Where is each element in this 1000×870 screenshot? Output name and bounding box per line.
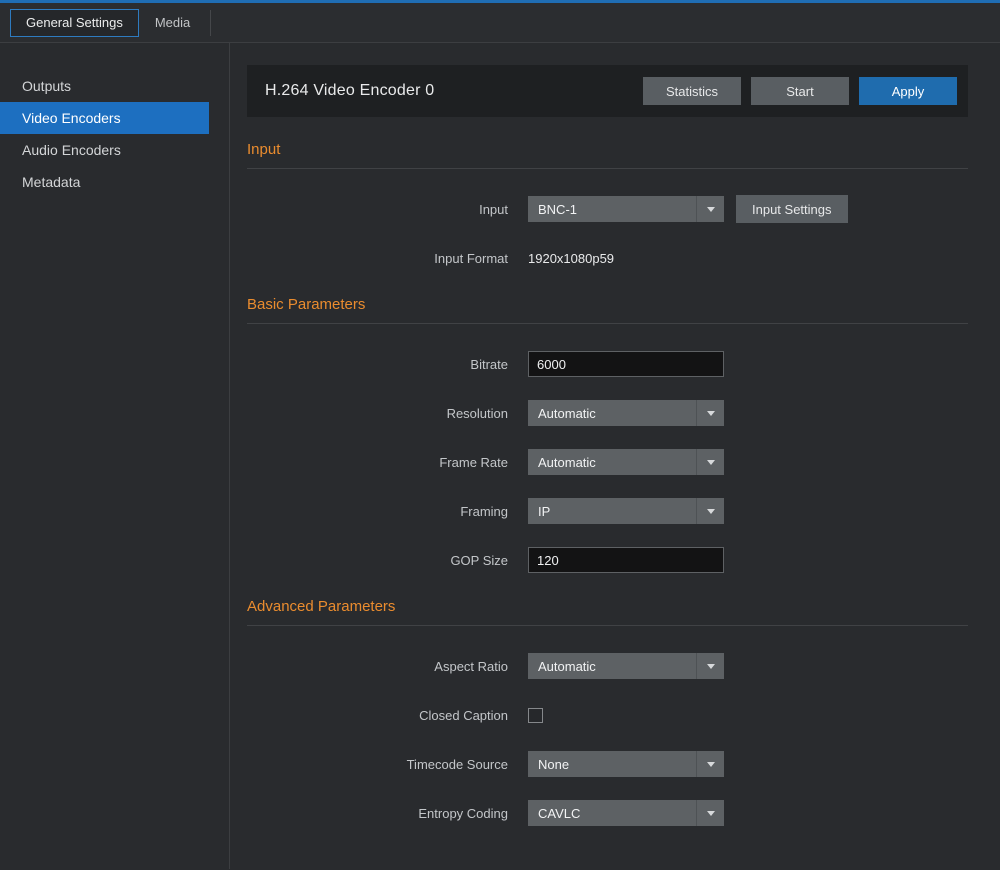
statistics-button[interactable]: Statistics: [643, 77, 741, 105]
closed-caption-checkbox[interactable]: [528, 708, 543, 723]
chevron-down-icon: [696, 449, 724, 475]
page-title: H.264 Video Encoder 0: [265, 82, 434, 100]
sidebar-item-outputs[interactable]: Outputs: [0, 70, 209, 102]
sidebar: Outputs Video Encoders Audio Encoders Me…: [0, 43, 230, 869]
form-row-aspect-ratio: Aspect Ratio Automatic: [247, 652, 968, 680]
entropy-coding-select[interactable]: CAVLC: [528, 800, 724, 826]
form-row-input: Input BNC-1 Input Settings: [247, 195, 968, 223]
topbar: General Settings Media: [0, 3, 1000, 43]
tab-media-label: Media: [155, 15, 190, 30]
frame-rate-select-value: Automatic: [528, 455, 596, 470]
section-divider: [247, 323, 968, 324]
apply-button[interactable]: Apply: [859, 77, 957, 105]
form-row-framing: Framing IP: [247, 497, 968, 525]
chevron-down-icon: [696, 653, 724, 679]
chevron-down-icon: [696, 196, 724, 222]
resolution-label: Resolution: [247, 406, 528, 421]
aspect-ratio-label: Aspect Ratio: [247, 659, 528, 674]
sidebar-item-metadata-label: Metadata: [22, 174, 80, 190]
section-title-basic-parameters: Basic Parameters: [247, 296, 968, 313]
timecode-source-select[interactable]: None: [528, 751, 724, 777]
tab-separator: [210, 10, 211, 36]
form-row-timecode-source: Timecode Source None: [247, 750, 968, 778]
sidebar-item-audio-encoders-label: Audio Encoders: [22, 142, 121, 158]
timecode-source-select-value: None: [528, 757, 569, 772]
input-label: Input: [247, 202, 528, 217]
frame-rate-select[interactable]: Automatic: [528, 449, 724, 475]
framing-label: Framing: [247, 504, 528, 519]
chevron-down-icon: [696, 498, 724, 524]
framing-select-value: IP: [528, 504, 550, 519]
input-select-value: BNC-1: [528, 202, 577, 217]
form-row-entropy-coding: Entropy Coding CAVLC: [247, 799, 968, 827]
sidebar-item-video-encoders-label: Video Encoders: [22, 110, 121, 126]
sidebar-item-metadata[interactable]: Metadata: [0, 166, 209, 198]
tab-general-settings[interactable]: General Settings: [10, 9, 139, 37]
entropy-coding-select-value: CAVLC: [528, 806, 580, 821]
sidebar-item-audio-encoders[interactable]: Audio Encoders: [0, 134, 209, 166]
input-controls: BNC-1 Input Settings: [528, 195, 848, 223]
aspect-ratio-select-value: Automatic: [528, 659, 596, 674]
bitrate-label: Bitrate: [247, 357, 528, 372]
sidebar-item-outputs-label: Outputs: [22, 78, 71, 94]
aspect-ratio-select[interactable]: Automatic: [528, 653, 724, 679]
section-title-advanced-parameters: Advanced Parameters: [247, 598, 968, 615]
sidebar-item-video-encoders[interactable]: Video Encoders: [0, 102, 209, 134]
input-format-value: 1920x1080p59: [528, 251, 614, 266]
form-row-closed-caption: Closed Caption: [247, 701, 968, 729]
start-button[interactable]: Start: [751, 77, 849, 105]
frame-rate-label: Frame Rate: [247, 455, 528, 470]
main-layout: Outputs Video Encoders Audio Encoders Me…: [0, 43, 1000, 869]
entropy-coding-label: Entropy Coding: [247, 806, 528, 821]
section-divider: [247, 168, 968, 169]
chevron-down-icon: [696, 800, 724, 826]
form-row-frame-rate: Frame Rate Automatic: [247, 448, 968, 476]
input-settings-button[interactable]: Input Settings: [736, 195, 848, 223]
chevron-down-icon: [696, 400, 724, 426]
form-row-resolution: Resolution Automatic: [247, 399, 968, 427]
input-format-label: Input Format: [247, 251, 528, 266]
bitrate-input[interactable]: [528, 351, 724, 377]
tab-general-settings-label: General Settings: [26, 15, 123, 30]
form-row-input-format: Input Format 1920x1080p59: [247, 244, 968, 272]
resolution-select[interactable]: Automatic: [528, 400, 724, 426]
section-divider: [247, 625, 968, 626]
input-select[interactable]: BNC-1: [528, 196, 724, 222]
resolution-select-value: Automatic: [528, 406, 596, 421]
closed-caption-label: Closed Caption: [247, 708, 528, 723]
framing-select[interactable]: IP: [528, 498, 724, 524]
content-panel: H.264 Video Encoder 0 Statistics Start A…: [230, 43, 1000, 869]
form-row-bitrate: Bitrate: [247, 350, 968, 378]
gop-size-input[interactable]: [528, 547, 724, 573]
chevron-down-icon: [696, 751, 724, 777]
tab-media[interactable]: Media: [139, 9, 206, 37]
encoder-header: H.264 Video Encoder 0 Statistics Start A…: [247, 65, 968, 117]
timecode-source-label: Timecode Source: [247, 757, 528, 772]
header-buttons: Statistics Start Apply: [643, 77, 957, 105]
form-row-gop-size: GOP Size: [247, 546, 968, 574]
gop-size-label: GOP Size: [247, 553, 528, 568]
section-title-input: Input: [247, 141, 968, 158]
